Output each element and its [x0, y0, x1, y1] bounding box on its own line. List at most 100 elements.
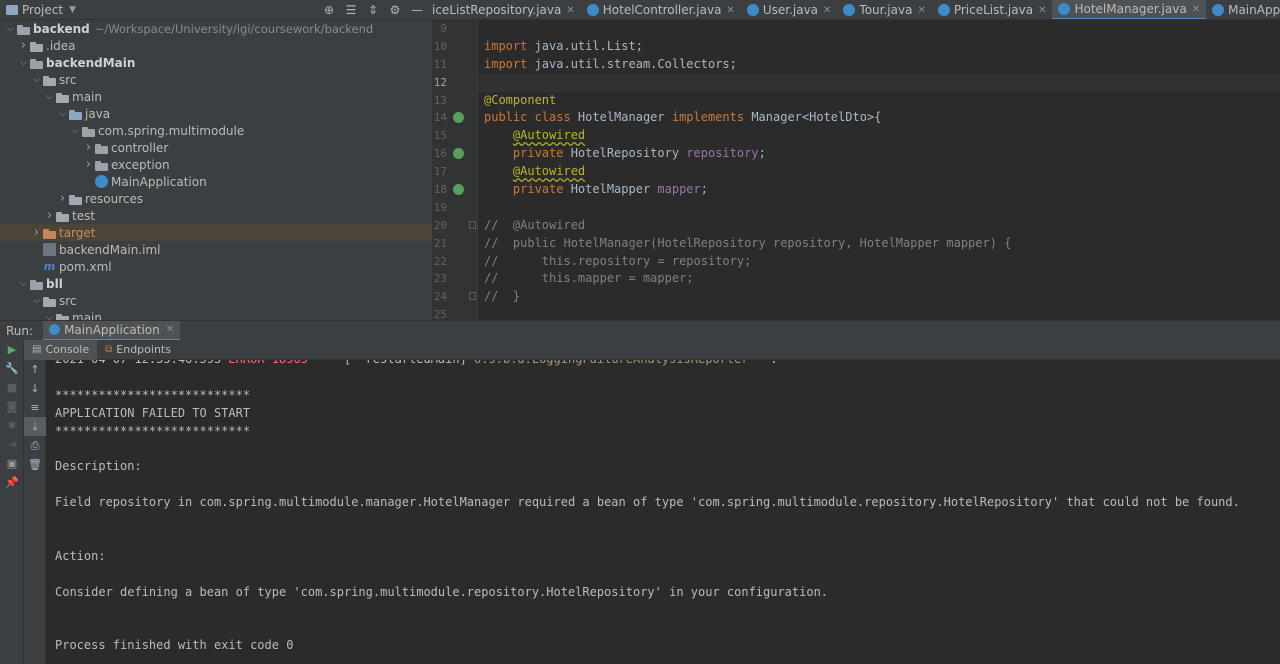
- run-tab-mainapplication[interactable]: MainApplication ✕: [43, 320, 181, 341]
- line-number: 19: [433, 200, 447, 214]
- chevron-right-icon[interactable]: ›: [82, 140, 95, 155]
- spring-app-icon: [49, 324, 61, 335]
- tree-node[interactable]: ⌵ com.spring.multimodule: [0, 122, 432, 139]
- bug-icon[interactable]: ✱: [0, 416, 24, 435]
- tree-node-label: main: [72, 89, 102, 104]
- tree-node[interactable]: › test: [0, 207, 432, 224]
- arrow-down-icon[interactable]: ↓: [24, 379, 46, 398]
- chevron-down-icon[interactable]: ⌵: [17, 279, 30, 289]
- code-editor[interactable]: import java.util.List; import java.util.s…: [479, 20, 1280, 320]
- close-icon[interactable]: ✕: [166, 324, 174, 335]
- tree-node[interactable]: ⌵ java: [0, 105, 432, 122]
- chevron-down-icon[interactable]: ⌵: [30, 75, 43, 85]
- tree-node[interactable]: › resources: [0, 190, 432, 207]
- tree-node[interactable]: MainApplication: [0, 173, 432, 190]
- line-number: 12: [433, 75, 447, 89]
- pin-icon[interactable]: 📌: [0, 473, 24, 492]
- line-number: 23: [433, 272, 447, 286]
- chevron-right-icon[interactable]: ›: [30, 225, 43, 240]
- line-number: 10: [433, 39, 447, 53]
- soft-wrap-icon[interactable]: ≡: [24, 398, 46, 417]
- chevron-down-icon[interactable]: ⌵: [43, 92, 56, 102]
- editor-tab[interactable]: HotelManager.java ✕: [1052, 0, 1207, 19]
- wrench-icon[interactable]: 🔧: [0, 359, 24, 378]
- tree-node[interactable]: ⌵ backend ~/Workspace/University/igi/cours…: [0, 20, 432, 37]
- tree-node[interactable]: › target: [0, 224, 432, 241]
- layout-icon[interactable]: ▣: [0, 454, 24, 473]
- editor-tab-label: iceListRepository.java: [432, 3, 562, 17]
- tree-node[interactable]: ⌵ main: [0, 309, 432, 320]
- print-icon[interactable]: ⎙: [24, 436, 46, 455]
- tree-node[interactable]: m pom.xml: [0, 258, 432, 275]
- run-subtab[interactable]: ⧉ Endpoints: [97, 340, 179, 360]
- editor-tab[interactable]: iceListRepository.java ✕: [432, 0, 581, 19]
- minimize-icon[interactable]: —: [406, 3, 428, 17]
- chevron-right-icon[interactable]: ›: [82, 157, 95, 172]
- stop-icon[interactable]: ■: [0, 378, 24, 397]
- editor-tab[interactable]: MainApplication.java✕: [1206, 0, 1280, 19]
- spring-bean-icon[interactable]: [453, 148, 464, 160]
- chevron-down-icon[interactable]: ⌵: [17, 58, 30, 68]
- close-icon[interactable]: ✕: [566, 5, 574, 16]
- tree-node[interactable]: ⌵ backendMain: [0, 54, 432, 71]
- spring-bean-icon[interactable]: [453, 112, 464, 124]
- editor-tab[interactable]: Tour.java ✕: [837, 0, 931, 19]
- chevron-right-icon[interactable]: ›: [43, 208, 56, 223]
- close-icon[interactable]: ✕: [726, 5, 734, 16]
- project-tree: ⌵ backend ~/Workspace/University/igi/cours…: [0, 20, 432, 320]
- gutter-line: 9: [432, 20, 477, 38]
- code-line: public class HotelManager implements Man…: [484, 110, 882, 125]
- exit-icon[interactable]: ⇥: [0, 435, 24, 454]
- collapse-icon[interactable]: ☰: [340, 3, 362, 17]
- close-icon[interactable]: ✕: [917, 5, 925, 16]
- editor-tab[interactable]: HotelController.java ✕: [581, 0, 741, 19]
- trash-icon[interactable]: 🗑: [24, 455, 46, 474]
- tree-node[interactable]: ⌵ src: [0, 71, 432, 88]
- close-icon[interactable]: ✕: [1192, 4, 1200, 15]
- gutter-line: 16: [432, 145, 477, 163]
- fold-marker-icon[interactable]: [469, 292, 476, 301]
- chevron-right-icon[interactable]: ›: [56, 191, 69, 206]
- spring-bean-icon[interactable]: [453, 184, 464, 196]
- close-icon[interactable]: ✕: [823, 5, 831, 16]
- run-subtab[interactable]: ▤ Console: [24, 339, 98, 360]
- project-title[interactable]: Project: [22, 3, 63, 17]
- run-tab-label: MainApplication: [64, 322, 160, 337]
- run-icon[interactable]: ▶: [0, 340, 24, 359]
- gutter-line: 19: [432, 199, 477, 217]
- camera-icon[interactable]: ◙: [0, 397, 24, 416]
- tree-node[interactable]: ⌵ src: [0, 292, 432, 309]
- folder-icon: [43, 228, 56, 239]
- tree-node[interactable]: ⌵ bll: [0, 275, 432, 292]
- console-output[interactable]: 2021-04-07 12:55:46.595 ERROR 18965 --- …: [46, 360, 1280, 664]
- chevron-down-icon[interactable]: ▼: [69, 5, 76, 15]
- gear-icon[interactable]: ⚙: [384, 3, 406, 17]
- fold-marker-icon[interactable]: [469, 220, 476, 229]
- tree-node[interactable]: › controller: [0, 139, 432, 156]
- editor-tab[interactable]: User.java ✕: [741, 0, 838, 19]
- tree-node[interactable]: › .idea: [0, 37, 432, 54]
- chevron-down-icon[interactable]: ⌵: [56, 109, 69, 119]
- chevron-down-icon[interactable]: ⌵: [43, 313, 56, 321]
- tree-node[interactable]: backendMain.iml: [0, 241, 432, 258]
- close-icon[interactable]: ✕: [1038, 5, 1046, 16]
- target-icon[interactable]: ⊕: [318, 3, 340, 17]
- scroll-end-icon[interactable]: ⤓: [24, 417, 46, 436]
- line-number: 15: [433, 129, 447, 143]
- tree-node-label: backend: [33, 21, 90, 36]
- arrow-up-icon[interactable]: ↑: [24, 360, 46, 379]
- chevron-down-icon[interactable]: ⌵: [30, 296, 43, 306]
- chevron-down-icon[interactable]: ⌵: [69, 126, 82, 136]
- chevron-right-icon[interactable]: ›: [17, 38, 30, 53]
- expand-icon[interactable]: ⇕: [362, 3, 384, 17]
- gutter-line: 11: [432, 56, 477, 74]
- tree-node[interactable]: ⌵ main: [0, 88, 432, 105]
- chevron-down-icon[interactable]: ⌵: [4, 24, 17, 34]
- editor-tab[interactable]: PriceList.java ✕: [932, 0, 1053, 19]
- tree-node[interactable]: › exception: [0, 156, 432, 173]
- tree-node-label: main: [72, 310, 102, 321]
- gutter-line: 15: [432, 127, 477, 145]
